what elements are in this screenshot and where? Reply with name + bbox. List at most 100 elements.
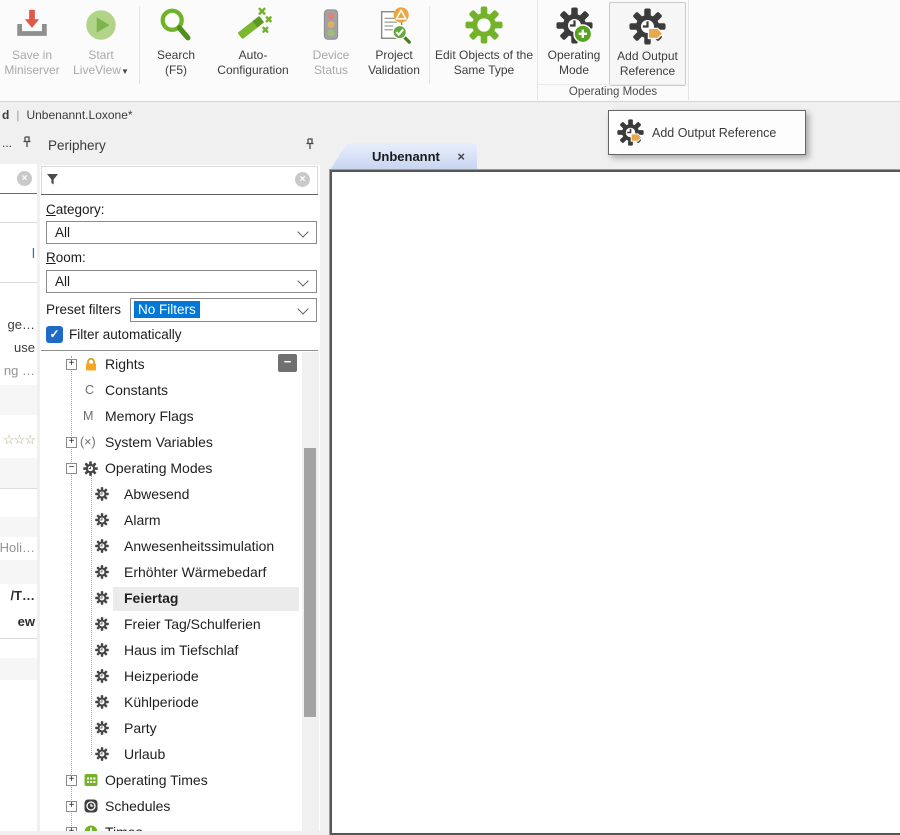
- search-icon: [147, 2, 205, 48]
- expand-plus-icon[interactable]: +: [66, 801, 77, 812]
- ribbon-separator: [139, 6, 140, 84]
- filter-automatically-checkbox[interactable]: ✓: [46, 326, 63, 343]
- gear-plus-icon: [541, 2, 607, 48]
- tree-item-times[interactable]: + Times: [40, 820, 302, 831]
- constants-icon: C: [85, 383, 95, 397]
- dropdown-arrow-icon: ▼: [120, 67, 129, 76]
- search-button[interactable]: Search (F5): [147, 2, 205, 86]
- clock-green-icon: [84, 825, 98, 831]
- expand-plus-icon[interactable]: +: [66, 827, 77, 831]
- operating-modes-group: Operating Mode Add Output Reference Oper…: [537, 0, 689, 100]
- chevron-down-icon: [297, 275, 309, 287]
- ribbon-group-label: Operating Modes: [538, 84, 688, 100]
- expand-plus-icon[interactable]: +: [66, 775, 77, 786]
- preset-filters-label: Preset filters: [46, 302, 122, 317]
- lock-icon: [86, 357, 96, 371]
- text-fragment: /T…: [10, 588, 35, 603]
- tree-item-kuehlperiode[interactable]: Kühlperiode: [40, 690, 302, 716]
- expand-minus-icon[interactable]: −: [66, 463, 77, 474]
- filter-funnel-icon: [47, 174, 58, 185]
- panel-title: Periphery: [48, 138, 106, 153]
- text-fragment: ew: [17, 614, 35, 629]
- gear-icon: [95, 487, 109, 501]
- save-miniserver-icon: [2, 2, 62, 48]
- memory-flags-icon: M: [83, 409, 94, 423]
- chevron-down-icon: [297, 226, 309, 238]
- tab-unbenannt[interactable]: Unbenannt ×: [330, 143, 477, 170]
- expand-plus-icon[interactable]: +: [66, 437, 77, 448]
- collapse-all-button[interactable]: −: [278, 354, 297, 372]
- program-canvas[interactable]: [329, 169, 900, 835]
- tree-item-operating-modes[interactable]: − Operating Modes: [40, 456, 302, 482]
- gear-icon: [95, 565, 109, 579]
- clear-filter-icon[interactable]: ×: [17, 171, 32, 186]
- tooltip-label: Add Output Reference: [652, 125, 777, 140]
- tree-item-rights[interactable]: + Rights: [40, 352, 302, 378]
- project-validation-button[interactable]: Project Validation: [361, 2, 427, 86]
- tree-scrollbar: [302, 352, 319, 831]
- gear-icon: [95, 695, 109, 709]
- auto-configuration-button[interactable]: Auto-Configuration: [207, 2, 299, 86]
- room-dropdown[interactable]: All: [46, 270, 317, 293]
- start-liveview-icon: [64, 2, 138, 48]
- text-fragment: ng …: [3, 363, 35, 378]
- add-output-reference-button[interactable]: Add Output Reference: [609, 2, 686, 86]
- gear-icon: [95, 539, 109, 553]
- start-liveview-button[interactable]: Start LiveView▼: [64, 2, 138, 86]
- tree-item-memory-flags[interactable]: M Memory Flags: [40, 404, 302, 430]
- periphery-panel: Periphery × Category: All Room: All Pres…: [40, 128, 320, 831]
- operating-mode-button[interactable]: Operating Mode: [541, 2, 607, 86]
- text-fragment: use: [14, 340, 35, 355]
- pin-icon[interactable]: [304, 138, 316, 150]
- pin-icon[interactable]: [21, 136, 33, 148]
- preset-filters-dropdown[interactable]: No Filters: [130, 298, 317, 322]
- gear-icon: [95, 591, 109, 605]
- expand-plus-icon[interactable]: +: [66, 359, 77, 370]
- left-panel-cutoff: ... × l ge… use ng … ☆☆☆ Holi… /T… ew: [0, 128, 37, 831]
- tree-item-freier-tag-schulferien[interactable]: Freier Tag/Schulferien: [40, 612, 302, 638]
- gear-output-icon: [610, 3, 685, 49]
- tree-item-abwesend[interactable]: Abwesend: [40, 482, 302, 508]
- gear-icon: [95, 721, 109, 735]
- tree-item-anwesenheitssimulation[interactable]: Anwesenheitssimulation: [40, 534, 302, 560]
- filter-search-box: ×: [41, 166, 318, 194]
- tree-item-constants[interactable]: C Constants: [40, 378, 302, 404]
- scrollbar-thumb[interactable]: [304, 448, 316, 717]
- chevron-down-icon: [297, 303, 309, 315]
- category-dropdown[interactable]: All: [46, 221, 317, 244]
- filter-search-input[interactable]: [64, 170, 293, 192]
- tree-item-haus-im-tiefschlaf[interactable]: Haus im Tiefschlaf: [40, 638, 302, 664]
- tree-item-party[interactable]: Party: [40, 716, 302, 742]
- text-fragment: Holi…: [0, 540, 35, 555]
- tooltip-add-output-reference: Add Output Reference: [608, 110, 806, 155]
- system-variables-icon: (×): [80, 435, 96, 449]
- tab-close-icon[interactable]: ×: [457, 143, 465, 170]
- ribbon-separator: [429, 6, 430, 84]
- gear-icon: [95, 513, 109, 527]
- document-title: Unbenannt.Loxone*: [26, 108, 133, 122]
- gear-icon: [95, 617, 109, 631]
- edit-objects-same-type-button[interactable]: Edit Objects of the Same Type: [433, 2, 535, 86]
- device-status-button[interactable]: Device Status: [303, 2, 359, 86]
- save-in-miniserver-button[interactable]: Save in Miniserver: [2, 2, 62, 86]
- green-gear-icon: [433, 2, 535, 48]
- calendar-icon: [84, 774, 98, 786]
- tab-label: Unbenannt: [372, 149, 440, 164]
- tree-item-operating-times[interactable]: + Operating Times: [40, 768, 302, 794]
- category-label: Category:: [46, 202, 105, 217]
- tree-item-alarm[interactable]: Alarm: [40, 508, 302, 534]
- tree-item-schedules[interactable]: + Schedules: [40, 794, 302, 820]
- document-check-icon: [361, 2, 427, 48]
- periphery-header: Periphery: [40, 128, 320, 165]
- tree-item-urlaub[interactable]: Urlaub: [40, 742, 302, 768]
- loxone-config-window: { "window": { "breadcrumb_prefix": "d", …: [0, 0, 900, 835]
- tree-item-heizperiode[interactable]: Heizperiode: [40, 664, 302, 690]
- tree-item-erhoehter-waermebedarf[interactable]: Erhöhter Wärmebedarf: [40, 560, 302, 586]
- gear-icon: [95, 643, 109, 657]
- text-fragment: l: [31, 245, 35, 261]
- tree-item-system-variables[interactable]: + (×) System Variables: [40, 430, 302, 456]
- tree-item-feiertag-selected[interactable]: Feiertag: [40, 586, 302, 612]
- clear-filter-icon[interactable]: ×: [295, 172, 310, 187]
- ribbon-toolbar: Save in Miniserver Start LiveView▼ Searc…: [0, 0, 900, 102]
- text-fragment: ge…: [7, 317, 35, 332]
